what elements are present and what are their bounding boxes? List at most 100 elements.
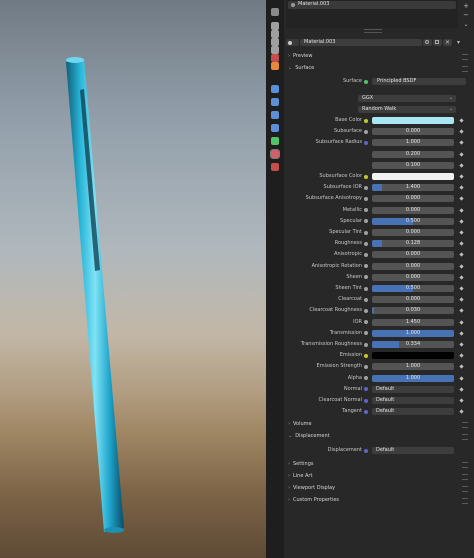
input-socket-icon[interactable] (364, 129, 368, 134)
input-socket-icon[interactable] (364, 264, 368, 269)
displacement-socket-icon[interactable] (364, 448, 368, 453)
keyframe-icon[interactable] (459, 263, 464, 269)
color-swatch[interactable] (372, 173, 454, 180)
input-socket-icon[interactable] (364, 320, 368, 325)
scene-icon[interactable] (271, 46, 279, 54)
drag-handle-icon[interactable] (462, 422, 468, 428)
browse-material-button[interactable] (286, 39, 299, 46)
world-icon[interactable] (271, 54, 279, 62)
input-socket-icon[interactable] (364, 409, 368, 414)
color-swatch[interactable] (372, 117, 454, 124)
value-slider[interactable]: 0.030 (372, 307, 454, 315)
keyframe-icon[interactable] (459, 241, 464, 246)
input-socket-icon[interactable] (364, 185, 368, 190)
value-slider[interactable]: 0.100 (372, 161, 454, 169)
value-slider[interactable]: 0.000 (372, 262, 454, 270)
keyframe-icon[interactable] (459, 331, 464, 336)
keyframe-icon[interactable] (459, 398, 464, 403)
displacement-field[interactable]: Default (372, 447, 454, 454)
input-socket-icon[interactable] (364, 308, 368, 313)
surface-section-header[interactable]: ⌄ Surface (288, 64, 470, 73)
constraints-icon[interactable] (271, 124, 279, 132)
value-slider[interactable]: 0.000 (372, 229, 454, 236)
vector-input-field[interactable]: Default (372, 385, 454, 393)
input-socket-icon[interactable] (364, 286, 368, 291)
keyframe-icon[interactable] (459, 319, 464, 325)
texture-icon[interactable] (271, 163, 279, 171)
object-icon[interactable] (271, 62, 279, 70)
slot-menu-chevron-icon[interactable]: ⌄ (462, 21, 470, 29)
value-slider[interactable]: 0.500 (372, 217, 454, 225)
list-resize-grip[interactable] (364, 29, 382, 33)
fake-user-button[interactable] (423, 39, 432, 46)
input-socket-icon[interactable] (364, 174, 368, 179)
keyframe-icon[interactable] (459, 353, 464, 358)
keyframe-icon[interactable] (459, 387, 464, 392)
input-socket-icon[interactable] (364, 297, 368, 302)
drag-handle-icon[interactable] (462, 462, 468, 468)
value-slider[interactable]: 0.000 (372, 195, 454, 203)
keyframe-icon[interactable] (459, 140, 464, 146)
drag-handle-icon[interactable] (462, 498, 468, 504)
input-socket-icon[interactable] (364, 275, 368, 280)
vector-input-field[interactable]: Default (372, 408, 454, 416)
keyframe-icon[interactable] (459, 185, 464, 190)
keyframe-icon[interactable] (459, 308, 464, 314)
drag-handle-icon[interactable] (462, 434, 468, 440)
value-slider[interactable]: 1.000 (372, 363, 454, 371)
value-slider[interactable]: 1.000 (372, 374, 454, 382)
keyframe-icon[interactable] (459, 409, 464, 414)
subsurface-method-dropdown[interactable]: Random Walk ⌄ (358, 106, 456, 113)
drag-handle-icon[interactable] (462, 486, 468, 492)
keyframe-icon[interactable] (459, 275, 464, 280)
keyframe-icon[interactable] (459, 252, 464, 258)
shader-socket-icon[interactable] (364, 79, 368, 84)
value-slider[interactable]: 1.450 (372, 318, 454, 326)
modifiers-icon[interactable] (271, 85, 279, 93)
custom-properties-section-header[interactable]: › Custom Properties (288, 496, 470, 505)
value-slider[interactable]: 0.000 (372, 296, 454, 304)
input-socket-icon[interactable] (364, 118, 368, 123)
drag-handle-icon[interactable] (462, 54, 468, 60)
3d-viewport[interactable] (0, 0, 266, 558)
material-icon[interactable] (270, 149, 280, 159)
keyframe-icon[interactable] (459, 375, 464, 381)
value-slider[interactable]: 0.000 (372, 251, 454, 259)
value-slider[interactable]: 1.000 (372, 329, 454, 337)
keyframe-icon[interactable] (459, 174, 464, 179)
viewport-display-section-header[interactable]: › Viewport Display (288, 484, 470, 493)
input-socket-icon[interactable] (364, 353, 368, 358)
value-slider[interactable]: 0.334 (372, 341, 454, 348)
value-slider[interactable]: 0.000 (372, 128, 454, 136)
input-socket-icon[interactable] (364, 387, 368, 392)
value-slider[interactable]: 0.500 (372, 285, 454, 292)
keyframe-icon[interactable] (459, 207, 464, 213)
keyframe-icon[interactable] (459, 118, 464, 123)
material-slot-item[interactable]: Material.003 (288, 1, 456, 9)
displacement-section-header[interactable]: ⌄ Displacement (288, 432, 470, 441)
input-socket-icon[interactable] (364, 376, 368, 381)
preview-section-header[interactable]: › Preview (288, 52, 470, 61)
keyframe-icon[interactable] (459, 364, 464, 370)
input-socket-icon[interactable] (364, 140, 368, 145)
view-layer-icon[interactable] (271, 38, 279, 46)
input-socket-icon[interactable] (364, 342, 368, 347)
line-art-section-header[interactable]: › Line Art (288, 472, 470, 481)
add-slot-button[interactable]: + (462, 2, 470, 10)
material-slot-list[interactable]: Material.003 (286, 0, 458, 28)
particles-icon[interactable] (271, 98, 279, 106)
value-slider[interactable]: 0.200 (372, 150, 454, 158)
pin-icon[interactable]: ▾ (454, 39, 463, 46)
keyframe-icon[interactable] (459, 151, 464, 157)
input-socket-icon[interactable] (364, 208, 368, 213)
keyframe-icon[interactable] (459, 286, 464, 291)
keyframe-icon[interactable] (459, 163, 464, 168)
color-swatch[interactable] (372, 352, 454, 360)
input-socket-icon[interactable] (364, 331, 368, 336)
surface-shader-selector[interactable]: Principled BSDF (372, 78, 466, 85)
remove-slot-button[interactable]: − (462, 11, 470, 19)
physics-icon[interactable] (271, 111, 279, 119)
vector-input-field[interactable]: Default (372, 397, 454, 404)
settings-section-header[interactable]: › Settings (288, 460, 470, 469)
keyframe-icon[interactable] (459, 129, 464, 134)
